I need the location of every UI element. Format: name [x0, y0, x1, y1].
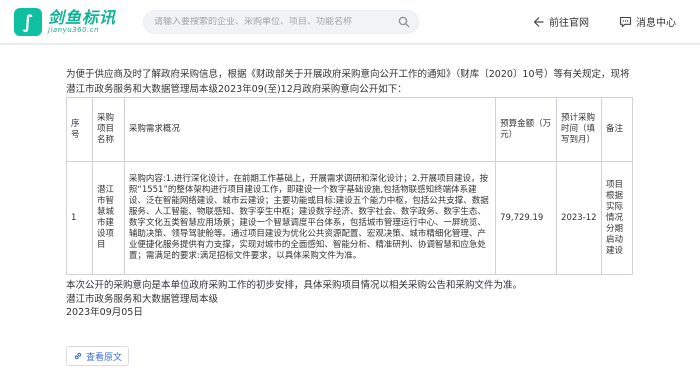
logo-text: 剑鱼标讯 jianyu360.cn: [48, 9, 116, 35]
top-navigation-bar: ∫ 剑鱼标讯 jianyu360.cn 前往官网 消息中心: [0, 0, 700, 44]
cell-project-name: 潜江市智慧城市建设项目: [91, 161, 125, 275]
link-icon: [74, 352, 82, 360]
issuing-organization: 潜江市政务服务和大数据管理局本级: [66, 293, 219, 305]
cell-remark: 项目根据实际情况分期启动建设: [601, 161, 633, 275]
cell-no: 1: [66, 161, 93, 275]
header-remark: 备注: [601, 97, 633, 162]
logo-icon: ∫: [14, 8, 42, 36]
logo-url: jianyu360.cn: [48, 26, 100, 34]
header-time: 预计采购时间（填写到月）: [556, 97, 602, 162]
view-original-label: 查看原文: [85, 352, 122, 363]
chat-bubble-icon: [619, 16, 632, 27]
go-official-site-link[interactable]: 前往官网: [533, 14, 589, 29]
header-budget: 预算金额（万元）: [495, 97, 558, 162]
search-input[interactable]: [154, 17, 394, 27]
table-header-row: 序号 采购项目名称 采购需求概况 预算金额（万元） 预计采购时间（填写到月） 备…: [66, 97, 633, 162]
message-center-link[interactable]: 消息中心: [619, 14, 676, 29]
table-row: 1 潜江市智慧城市建设项目 采购内容:1.进行深化设计，在前期工作基础上，开展需…: [66, 161, 633, 275]
search-icon[interactable]: [398, 16, 410, 28]
issue-date: 2023年09月05日: [66, 307, 143, 318]
closing-section: 本次公开的采购意向是本单位政府采购工作的初步安排，具体采购项目情况以相关采购公告…: [66, 279, 522, 320]
cell-description: 采购内容:1.进行深化设计，在前期工作基础上，开展需求调研和深化设计；2.开展项…: [123, 161, 497, 275]
search-box[interactable]: [143, 10, 419, 34]
procurement-table: 序号 采购项目名称 采购需求概况 预算金额（万元） 预计采购时间（填写到月） 备…: [66, 97, 633, 275]
view-original-button[interactable]: 查看原文: [66, 346, 129, 366]
article-content: 为便于供应商及时了解政府采购信息，根据《财政部关于开展政府采购意向公开工作的通知…: [0, 45, 700, 372]
message-center-label: 消息中心: [636, 18, 676, 29]
intro-paragraph: 为便于供应商及时了解政府采购信息，根据《财政部关于开展政府采购意向公开工作的通知…: [66, 69, 630, 95]
header-description: 采购需求概况: [123, 97, 497, 162]
brand-logo[interactable]: ∫ 剑鱼标讯 jianyu360.cn: [14, 8, 116, 36]
header-project-name: 采购项目名称: [91, 97, 125, 162]
arrow-exit-icon: [533, 16, 544, 27]
closing-statement: 本次公开的采购意向是本单位政府采购工作的初步安排，具体采购项目情况以相关采购公告…: [66, 280, 523, 291]
header-no: 序号: [66, 97, 93, 162]
go-official-site-label: 前往官网: [549, 18, 589, 29]
cell-time: 2023-12: [556, 161, 602, 275]
cell-budget: 79,729.19: [495, 161, 558, 275]
logo-name: 剑鱼标讯: [48, 8, 117, 27]
